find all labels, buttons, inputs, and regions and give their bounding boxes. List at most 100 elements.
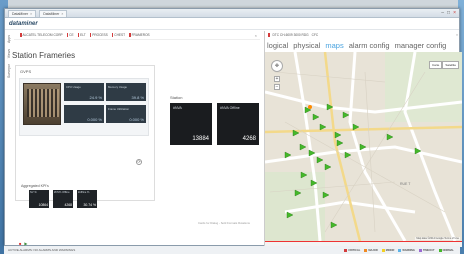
- agg-kpi-nv-offline[interactable]: #NV% Offline 4268: [53, 190, 73, 208]
- window-titlebar: DataMiner × DataMiner × – □ ×: [5, 9, 459, 18]
- legend-label: TIMEOUT: [422, 248, 435, 252]
- legend-timeout[interactable]: TIMEOUT: [418, 248, 435, 252]
- app-header: dataminer: [5, 18, 459, 30]
- tab-physical[interactable]: physical: [293, 41, 320, 50]
- minor-icon: [381, 248, 385, 252]
- app-logo: dataminer: [9, 20, 38, 27]
- tab-logical[interactable]: logical: [267, 41, 288, 50]
- card-tab-label: CHEST: [114, 33, 126, 37]
- kpi-label: #NVA: [173, 106, 182, 110]
- normal-icon: [438, 248, 442, 252]
- close-icon[interactable]: ×: [255, 33, 257, 38]
- card-tab-4[interactable]: PROCESS: [89, 33, 108, 37]
- gvps-panel: GVPS CPU Usage 24.9 % Memory Usage 39.8 …: [15, 65, 155, 201]
- map-toolbar-item[interactable]: CFC: [312, 33, 319, 37]
- nav-item-surveyor[interactable]: Surveyor: [7, 64, 11, 78]
- minimize-icon[interactable]: –: [441, 10, 444, 17]
- map-canvas[interactable]: [265, 52, 462, 241]
- tab-label: DataMiner: [12, 11, 29, 16]
- window-controls: – □ ×: [441, 10, 459, 17]
- card-tab-1[interactable]: ALCATEL TELECOM CORP: [20, 33, 63, 37]
- legend-normal[interactable]: NORMAL: [438, 248, 454, 252]
- legend-label: MINOR: [385, 248, 395, 252]
- close-window-icon[interactable]: ×: [453, 10, 456, 17]
- vertical-nav: Apps Views Surveyor: [5, 31, 12, 201]
- kpi-value: 10864: [38, 203, 48, 207]
- map-toolbar-item[interactable]: DTC CH-6009 3000 RDG: [273, 33, 309, 37]
- map-view[interactable]: ✥ + − Carte Satellite RUE T Map data ©20…: [265, 52, 462, 241]
- map-type-toggle: Carte Satellite: [428, 61, 459, 69]
- map-type-satellite[interactable]: Satellite: [442, 61, 459, 69]
- aggregated-kpi-label: Aggregated KPI's: [21, 184, 49, 188]
- kpi-value: 24.9 %: [89, 95, 102, 100]
- kpi-value: 39.8 %: [131, 95, 144, 100]
- card-tab-2[interactable]: CE: [66, 33, 74, 37]
- warning-icon: [398, 248, 402, 252]
- device-image[interactable]: [23, 83, 61, 125]
- page-title: Station Frameries: [12, 51, 76, 60]
- legend-minor[interactable]: MINOR: [381, 248, 395, 252]
- nav-item-views[interactable]: Views: [7, 49, 11, 58]
- card-tab-label: ELT: [80, 33, 86, 37]
- kpi-label: NV %: [30, 191, 37, 194]
- card-tab-label: ALCATEL TELECOM CORP: [22, 33, 63, 37]
- legend-label: MAJOR: [368, 248, 378, 252]
- card-tabs: ALCATEL TELECOM CORP CE ELT PROCESS CHES…: [14, 31, 260, 40]
- card-tab-label: PROCESS: [92, 33, 108, 37]
- kpi-memory-usage[interactable]: Memory Usage 39.8 %: [106, 83, 146, 101]
- card-tab-label: FRAMEROS: [131, 33, 150, 37]
- browser-tab-2[interactable]: DataMiner ×: [39, 9, 68, 17]
- map-road-label: RUE T: [400, 182, 411, 186]
- browser-tab-1[interactable]: DataMiner ×: [8, 9, 37, 17]
- kpi-value: 4268: [64, 203, 72, 207]
- kpi-value: 0.000 %: [129, 117, 144, 122]
- legend-label: WARNING: [402, 248, 415, 252]
- refresh-icon[interactable]: ⟳: [136, 159, 142, 165]
- kpi-tile[interactable]: 0.000 %: [64, 105, 104, 123]
- close-icon[interactable]: ×: [30, 12, 32, 16]
- kpi-label: #NV% Offline: [54, 191, 70, 194]
- pan-control-icon[interactable]: ✥: [271, 60, 283, 72]
- tab-maps[interactable]: maps: [325, 41, 343, 50]
- card-tab-5[interactable]: CHEST: [111, 33, 126, 37]
- zoom-in-icon[interactable]: +: [274, 76, 280, 82]
- agg-kpi-offline-percent[interactable]: #offline % 30.74 %: [77, 190, 97, 208]
- legend-critical[interactable]: CRITICAL: [344, 248, 361, 252]
- station-kpi-nva[interactable]: #NVA 13884: [170, 103, 212, 145]
- legend-label: NORMAL: [442, 248, 454, 252]
- device-summary: CPU Usage 24.9 % Memory Usage 39.8 % 0.0…: [19, 78, 149, 136]
- panel-label: GVPS: [20, 69, 32, 74]
- view-tabs: logical physical maps alarm config manag…: [265, 39, 461, 51]
- map-controls: ✥ + −: [271, 60, 283, 90]
- zoom-control: + −: [274, 76, 280, 90]
- legend-major[interactable]: MAJOR: [364, 248, 378, 252]
- station-kpi-nva-offline[interactable]: #NVA Offline 4268: [217, 103, 259, 145]
- major-icon: [364, 248, 368, 252]
- zoom-out-icon[interactable]: −: [274, 84, 280, 90]
- kpi-label: #offline %: [78, 191, 90, 194]
- legend-warning[interactable]: WARNING: [398, 248, 415, 252]
- kpi-frame-utilization[interactable]: Frame Utilization 0.000 %: [106, 105, 146, 123]
- kpi-value: 13884: [192, 136, 209, 142]
- tab-manager-config[interactable]: manager config: [395, 41, 447, 50]
- footer-text: Cards for Dialog - Sold Formats Rotation…: [198, 221, 250, 225]
- tab-alarm-config[interactable]: alarm config: [349, 41, 390, 50]
- selected-marker[interactable]: [308, 105, 312, 109]
- kpi-cpu-usage[interactable]: CPU Usage 24.9 %: [64, 83, 104, 101]
- station-label: Station: [170, 95, 183, 100]
- kpi-label: Frame Utilization: [108, 107, 129, 111]
- map-type-carte[interactable]: Carte: [428, 61, 443, 69]
- browser-window: DataMiner × DataMiner × – □ × dataminer …: [4, 8, 462, 247]
- legend-label: CRITICAL: [348, 248, 361, 252]
- close-icon[interactable]: ×: [456, 33, 458, 37]
- agg-kpi-nv[interactable]: NV % 10864: [29, 190, 49, 208]
- kpi-value: 4268: [242, 136, 256, 142]
- kpi-label: CPU Usage: [66, 85, 81, 89]
- nav-item-apps[interactable]: Apps: [7, 35, 11, 43]
- maximize-icon[interactable]: □: [447, 10, 450, 17]
- card-tab-3[interactable]: ELT: [77, 33, 86, 37]
- close-icon[interactable]: ×: [61, 12, 63, 16]
- card-tab-6[interactable]: FRAMEROS: [129, 33, 150, 37]
- alarm-status-bar: ACTIVE ALARMS: NO ALARMS AND WARNINGS CR…: [4, 246, 460, 254]
- card-tab-label: CE: [69, 33, 74, 37]
